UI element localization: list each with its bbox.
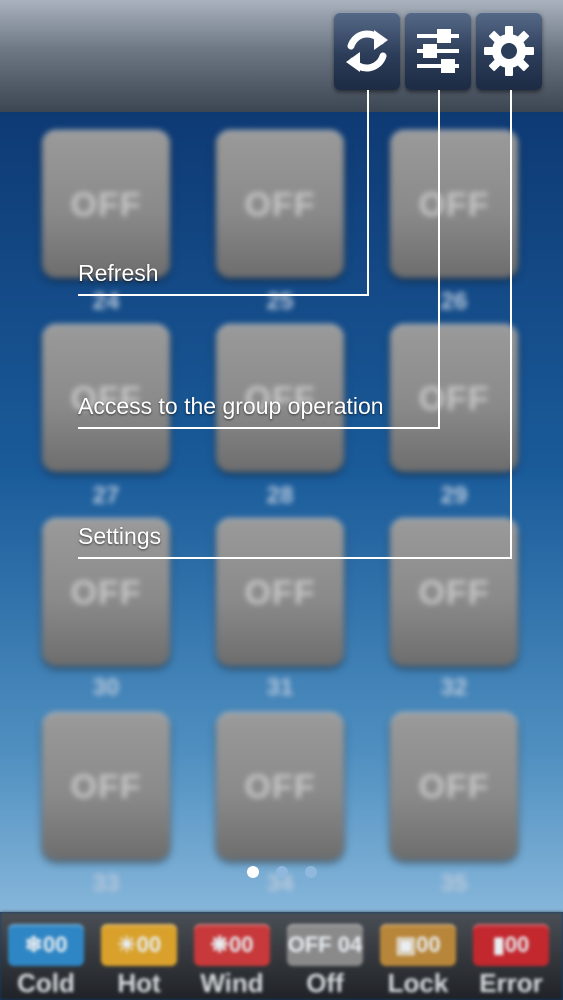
status-label: Error: [479, 968, 543, 998]
status-lock-chip: ▣ 00: [380, 924, 456, 966]
tile-number: 30: [92, 674, 120, 701]
callout-refresh-leader: [367, 90, 369, 296]
group-operation-button[interactable]: [405, 12, 471, 90]
fan-icon: ❋: [210, 932, 229, 957]
status-cold-chip: ❄ 00: [8, 924, 84, 966]
tile-layer: OFF OFF OFF 24 25 26 OFF OFF OFF 27 28 2…: [0, 112, 563, 912]
callout-settings-leader: [510, 90, 512, 559]
tile-number: 32: [440, 674, 468, 701]
tile-state: OFF: [418, 768, 490, 806]
sun-icon: ☀: [116, 932, 137, 957]
tile-state: OFF: [70, 574, 142, 612]
page-dot[interactable]: [305, 866, 317, 878]
unit-tile[interactable]: OFF: [390, 518, 518, 666]
tile-number: 26: [440, 288, 468, 315]
tile-state: OFF: [418, 186, 490, 224]
tile-state: OFF: [244, 186, 316, 224]
status-error-chip: ▮ 00: [473, 924, 549, 966]
unit-tile[interactable]: OFF: [390, 712, 518, 860]
unit-tile[interactable]: OFF: [390, 324, 518, 472]
status-label: Wind: [200, 968, 264, 998]
tile-number: 29: [440, 482, 468, 509]
status-value: 00: [504, 932, 530, 957]
status-bar: ❄ 00 Cold ☀ 00 Hot ❋ 00 Wind OFF 04 Off …: [0, 912, 563, 1000]
tile-number: 28: [266, 482, 294, 509]
unit-tile[interactable]: OFF: [42, 712, 170, 860]
status-value: 00: [416, 932, 441, 957]
status-label: Off: [306, 968, 344, 998]
page-dot-active[interactable]: [247, 866, 259, 878]
callout-settings: Settings: [78, 523, 162, 549]
unit-tile[interactable]: OFF: [42, 130, 170, 278]
page-dot[interactable]: [276, 866, 288, 878]
sliders-icon: [417, 29, 459, 73]
unit-tile[interactable]: OFF: [216, 130, 344, 278]
tile-state: OFF: [418, 574, 490, 612]
status-value: 00: [136, 932, 162, 957]
status-off-chip: OFF 04: [287, 924, 363, 966]
tile-state: OFF: [244, 768, 316, 806]
callout-group-operation: Access to the group operation: [78, 393, 384, 419]
status-wind-chip: ❋ 00: [194, 924, 270, 966]
callout-group-leader: [438, 90, 440, 429]
tile-number: 27: [92, 482, 120, 509]
unit-tile[interactable]: OFF: [216, 712, 344, 860]
lock-icon: ▣: [395, 932, 417, 957]
status-value: 00: [228, 932, 254, 957]
status-label: Lock: [387, 968, 449, 998]
callout-refresh-underline: [78, 294, 369, 296]
snowflake-icon: ❄: [24, 932, 43, 957]
status-value: OFF 04: [287, 932, 363, 957]
page-indicator: [0, 862, 563, 882]
tile-state: OFF: [244, 574, 316, 612]
tile-state: OFF: [70, 768, 142, 806]
gear-icon: [484, 26, 534, 76]
settings-button[interactable]: [476, 12, 542, 90]
unit-tile[interactable]: OFF: [390, 130, 518, 278]
tile-number: 31: [266, 674, 294, 701]
status-label: Cold: [17, 968, 75, 998]
tile-state: OFF: [70, 186, 142, 224]
tile-number: 25: [266, 288, 294, 315]
refresh-button[interactable]: [334, 12, 400, 90]
tile-number: 24: [92, 288, 120, 315]
error-icon: ▮: [492, 932, 505, 957]
tile-state: OFF: [418, 380, 490, 418]
refresh-icon: [346, 30, 388, 72]
status-value: 00: [42, 932, 68, 957]
unit-grid: OFF OFF OFF 24 25 26 OFF OFF OFF 27 28 2…: [0, 112, 563, 912]
unit-tile[interactable]: OFF: [216, 518, 344, 666]
callout-settings-underline: [78, 557, 512, 559]
status-label: Hot: [117, 968, 161, 998]
callout-refresh: Refresh: [78, 260, 159, 286]
status-hot-chip: ☀ 00: [101, 924, 177, 966]
callout-group-underline: [78, 427, 440, 429]
